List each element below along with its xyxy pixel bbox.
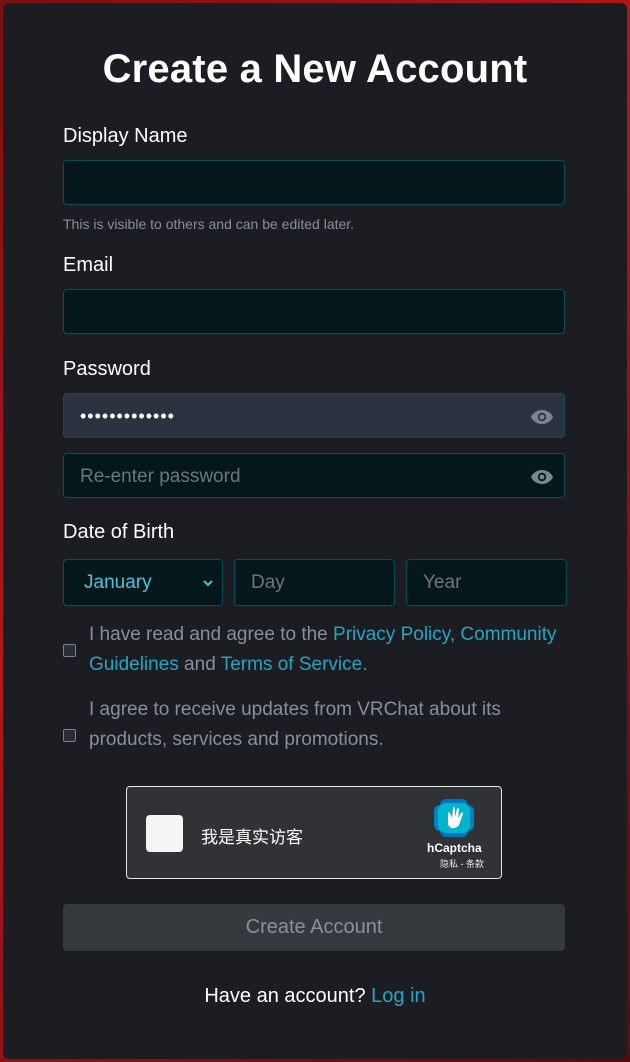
dob-month-select[interactable]: January bbox=[63, 559, 223, 606]
password-label: Password bbox=[63, 358, 151, 380]
hcaptcha-widget: 我是真实访客 hCaptcha 隐私 - 条款 bbox=[126, 786, 502, 879]
show-reenter-password-eye-icon[interactable] bbox=[530, 465, 554, 489]
terms-period: . bbox=[362, 654, 368, 675]
captcha-brand: hCaptcha bbox=[427, 841, 482, 855]
signup-panel: Create a New Account Display Name This i… bbox=[3, 3, 627, 1059]
dob-day-input[interactable]: Day bbox=[234, 559, 395, 606]
chevron-down-icon bbox=[203, 580, 213, 587]
display-name-input[interactable] bbox=[63, 160, 565, 205]
captcha-terms-link[interactable]: 隐私 - 条款 bbox=[440, 857, 484, 870]
hcaptcha-logo-icon bbox=[434, 799, 474, 837]
page-title: Create a New Account bbox=[102, 47, 528, 91]
terms-and: and bbox=[178, 654, 221, 675]
reenter-password-placeholder: Re-enter password bbox=[80, 466, 241, 487]
updates-text: I agree to receive updates from VRChat a… bbox=[89, 699, 501, 750]
captcha-label: 我是真实访客 bbox=[201, 828, 303, 847]
display-name-label: Display Name bbox=[63, 125, 188, 147]
updates-checkbox[interactable] bbox=[63, 729, 76, 742]
display-name-hint: This is visible to others and can be edi… bbox=[63, 216, 355, 232]
password-input[interactable]: ••••••••••••• bbox=[63, 393, 565, 438]
terms-comma: , bbox=[449, 624, 456, 645]
privacy-policy-link[interactable]: Privacy Policy bbox=[333, 624, 450, 645]
dob-month-value: January bbox=[84, 572, 152, 593]
email-input[interactable] bbox=[63, 289, 565, 334]
create-account-button[interactable]: Create Account bbox=[63, 904, 565, 951]
show-password-eye-icon[interactable] bbox=[530, 405, 554, 429]
terms-of-service-link[interactable]: Terms of Service bbox=[221, 654, 362, 675]
login-link[interactable]: Log in bbox=[371, 985, 426, 1007]
dob-label: Date of Birth bbox=[63, 521, 175, 543]
password-value: ••••••••••••• bbox=[80, 406, 175, 426]
terms-prefix: I have read and agree to the bbox=[89, 624, 334, 645]
login-prompt: Have an account? bbox=[204, 985, 372, 1007]
login-row: Have an account? Log in bbox=[3, 985, 627, 1008]
reenter-password-input[interactable]: Re-enter password bbox=[63, 453, 565, 498]
email-label: Email bbox=[63, 254, 114, 276]
terms-checkbox[interactable] bbox=[63, 644, 76, 657]
captcha-checkbox[interactable] bbox=[146, 815, 183, 852]
terms-text: I have read and agree to the Privacy Pol… bbox=[89, 620, 559, 680]
dob-year-input[interactable]: Year bbox=[406, 559, 567, 606]
dob-day-placeholder: Day bbox=[251, 572, 285, 593]
dob-year-placeholder: Year bbox=[423, 572, 462, 593]
